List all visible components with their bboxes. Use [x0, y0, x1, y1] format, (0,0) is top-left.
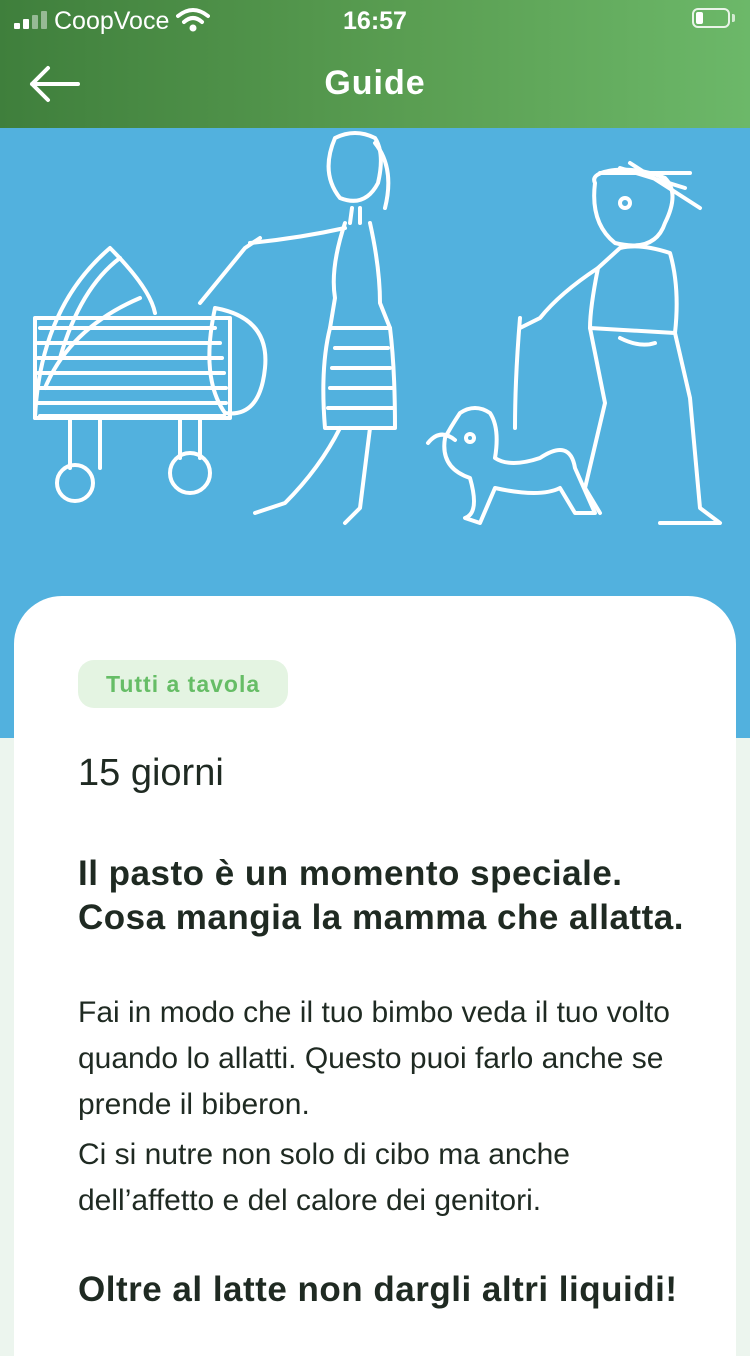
guide-card: Tutti a tavola 15 giorni Il pasto è un m… — [14, 596, 736, 1356]
boy-drawing — [518, 161, 722, 525]
mother-drawing — [248, 131, 397, 525]
nav-bar: Guide — [0, 40, 750, 128]
status-bar: CoopVoce 16:57 — [0, 0, 750, 40]
category-chip[interactable]: Tutti a tavola — [78, 660, 289, 708]
stroller-drawing — [33, 236, 268, 503]
section-paragraph: Ci si nutre non solo di cibo ma anche de… — [78, 1138, 570, 1217]
section-title: Il pasto è un momento speciale. Cosa man… — [78, 854, 684, 937]
battery-icon — [692, 8, 736, 30]
header: CoopVoce 16:57 Guide — [0, 0, 750, 128]
page-title: Guide — [324, 64, 426, 102]
section-paragraph: Fai in modo che il tuo bimbo veda il tuo… — [78, 996, 670, 1121]
status-time: 16:57 — [343, 7, 407, 35]
days-heading: 15 giorni — [78, 752, 224, 794]
section-title: Oltre al latte non dargli altri liquidi! — [78, 1270, 678, 1309]
dog-drawing — [426, 316, 597, 525]
